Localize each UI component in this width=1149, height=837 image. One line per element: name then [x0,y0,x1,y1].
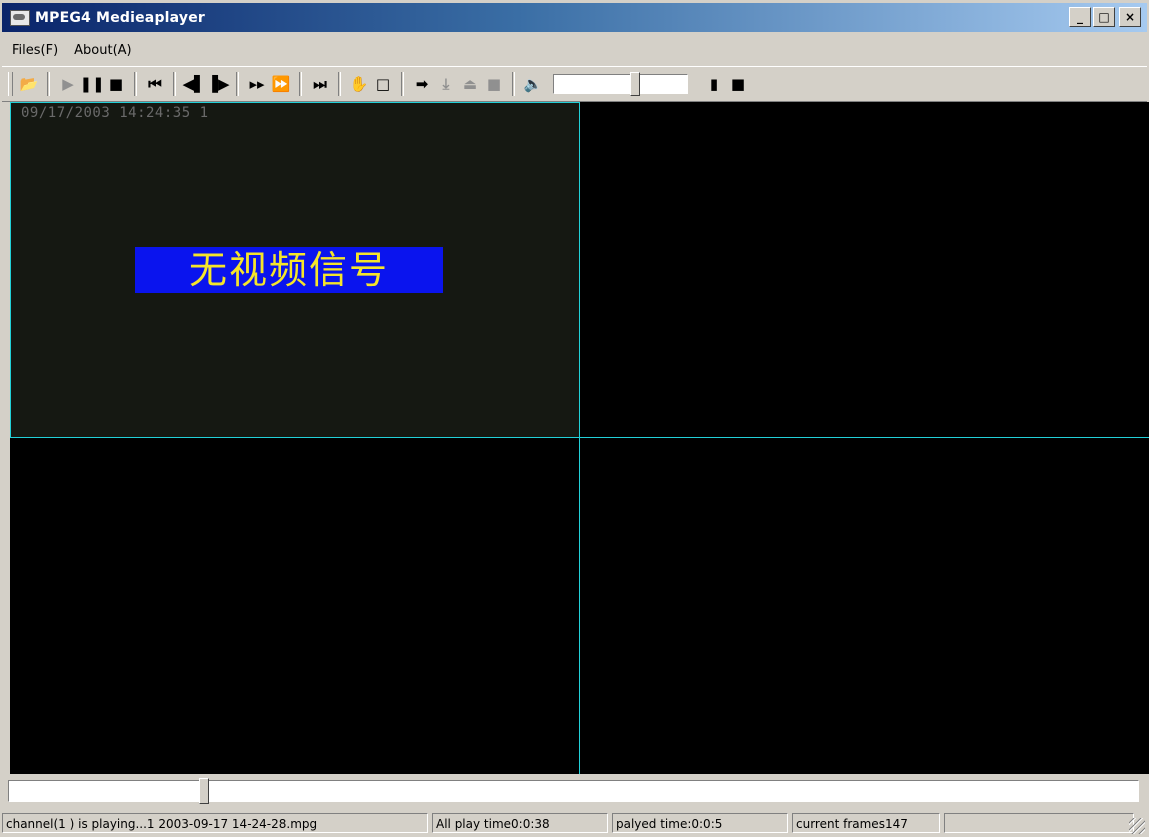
pan-hand-icon[interactable]: ✋ [347,71,371,97]
video-pane-2[interactable] [580,102,1149,438]
step-forward-icon[interactable]: ▐▶ [206,71,230,97]
status-played-time: palyed time:0:0:5 [612,813,788,833]
status-empty [944,813,1134,833]
play-icon[interactable]: ▶ [56,71,80,97]
mark-in-icon[interactable]: ▮ [702,71,726,97]
toolbar-separator [47,72,50,96]
arrow-right-icon[interactable]: ➡ [410,71,434,97]
toolbar-grip[interactable] [8,72,13,96]
speaker-icon[interactable]: 🔈 [521,71,545,97]
skip-to-start-icon[interactable]: ⏮ [143,71,167,97]
toolbar-separator [173,72,176,96]
skip-to-end-icon[interactable]: ⏭ [308,71,332,97]
download-icon[interactable]: ⤓ [434,71,458,97]
menu-bar: Files(F) About(A) [2,36,1147,64]
pause-icon[interactable]: ❚❚ [79,71,104,97]
status-channel: channel(1 ) is playing...1 2003-09-17 14… [2,813,428,833]
status-total-time: All play time0:0:38 [432,813,608,833]
toolbar: 📂 ▶ ❚❚ ■ ⏮ ◀▌ ▐▶ ▸▸ ⏩ ⏭ ✋ □ ➡ ⤓ ⏏ ■ 🔈 ▮ … [2,66,1147,102]
window-controls: _ □ × [1069,7,1141,27]
status-bar: channel(1 ) is playing...1 2003-09-17 14… [2,811,1147,835]
close-button[interactable]: × [1119,7,1141,27]
seek-bar[interactable] [8,778,1139,804]
toolbar-separator [401,72,404,96]
eject-icon[interactable]: ⏏ [458,71,482,97]
video-pane-3[interactable] [10,438,580,774]
toolbar-separator [236,72,239,96]
stop-icon[interactable]: ■ [104,71,128,97]
osd-timestamp: 09/17/2003 14:24:35 1 [21,105,209,121]
video-pane-4[interactable] [580,438,1149,774]
no-video-signal-label: 无视频信号 [135,247,443,293]
toolbar-separator [134,72,137,96]
fullscreen-icon[interactable]: □ [371,71,395,97]
video-grid: 09/17/2003 14:24:35 1 无视频信号 [10,102,1149,774]
step-back-icon[interactable]: ◀▌ [182,71,206,97]
status-frames: current frames147 [792,813,940,833]
menu-about[interactable]: About(A) [64,43,137,58]
video-pane-1[interactable]: 09/17/2003 14:24:35 1 无视频信号 [10,102,580,438]
gray-square-icon[interactable]: ■ [482,71,506,97]
fast-forward-icon[interactable]: ⏩ [269,71,293,97]
toolbar-separator [299,72,302,96]
mark-out-icon[interactable]: ■ [726,71,750,97]
title-bar[interactable]: MPEG4 Medieaplayer _ □ × [2,3,1147,32]
menu-files[interactable]: Files(F) [2,43,64,58]
toolbar-separator [338,72,341,96]
open-file-icon[interactable]: 📂 [17,71,41,97]
volume-slider[interactable] [553,72,688,96]
toolbar-separator [512,72,515,96]
player-app-icon[interactable] [10,9,30,26]
seek-bar-thumb[interactable] [199,778,209,804]
volume-slider-thumb[interactable] [630,72,640,96]
maximize-button[interactable]: □ [1093,7,1115,27]
app-window: MPEG4 Medieaplayer _ □ × Files(F) About(… [0,0,1149,837]
resize-grip-icon[interactable] [1129,818,1145,834]
window-title: MPEG4 Medieaplayer [35,9,206,26]
slow-play-icon[interactable]: ▸▸ [245,71,269,97]
minimize-button[interactable]: _ [1069,7,1091,27]
